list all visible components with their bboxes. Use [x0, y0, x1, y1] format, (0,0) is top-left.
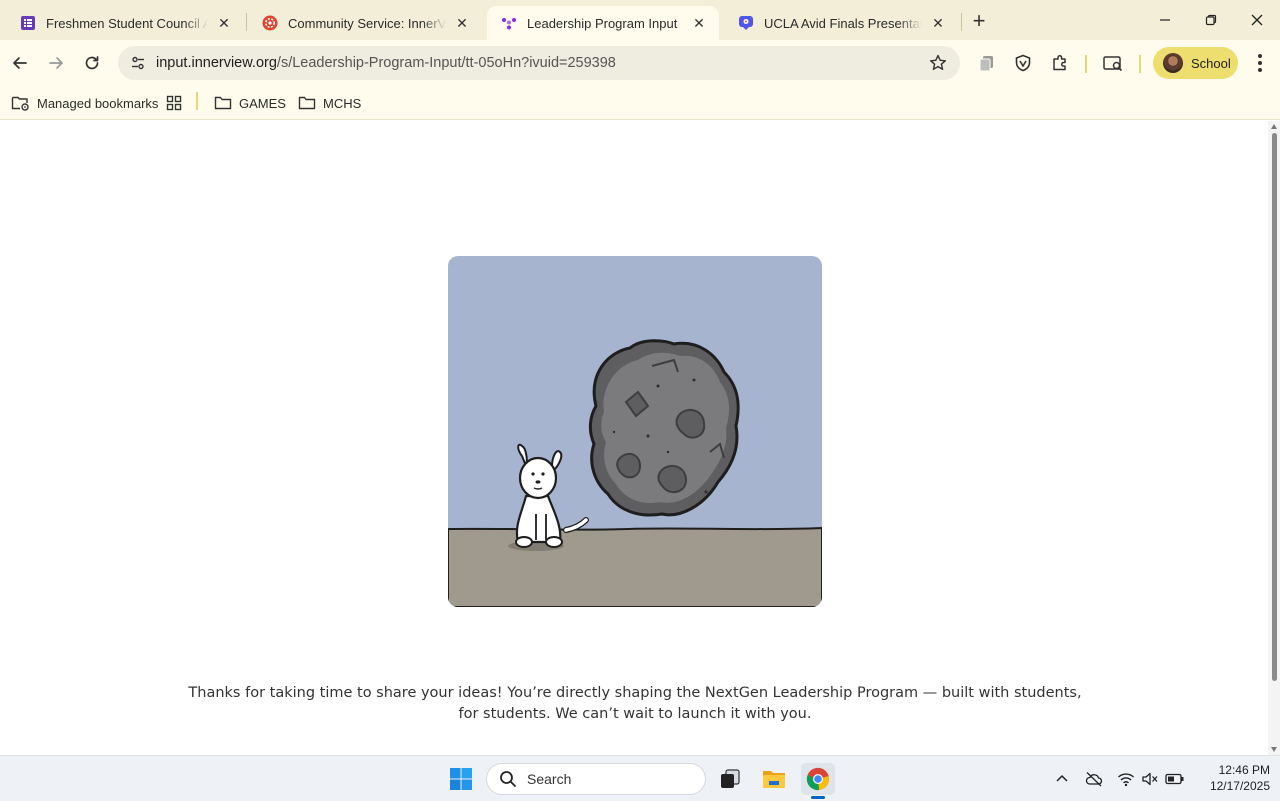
task-view-icon [721, 769, 740, 788]
file-explorer-button[interactable] [757, 763, 791, 795]
bookmarks-bar: Managed bookmarks GAMES MCHS [0, 86, 1280, 120]
extensions-puzzle-icon[interactable] [1048, 51, 1072, 75]
browser-toolbar: input.innerview.org/s/Leadership-Program… [0, 40, 1280, 86]
reading-mode-icon[interactable] [1101, 51, 1125, 75]
file-explorer-icon [763, 771, 785, 788]
tab-title: Leadership Program Input [527, 15, 678, 31]
chrome-taskbar-button[interactable] [801, 763, 835, 795]
folder-icon [298, 96, 316, 110]
scrollbar-thumb[interactable] [1272, 133, 1277, 681]
thank-you-illustration [448, 256, 822, 607]
innerview-icon [262, 15, 278, 31]
bookmark-label: Managed bookmarks [37, 95, 159, 111]
volume-muted-icon[interactable] [1140, 769, 1160, 789]
cloud-offline-icon[interactable] [1084, 769, 1104, 789]
tab-leadership-program[interactable]: Leadership Program Input ✕ [487, 6, 719, 40]
shield-extension-icon[interactable] [1011, 51, 1035, 75]
search-placeholder: Search [527, 771, 572, 787]
tab-title: Community Service: InnerView [288, 15, 446, 31]
active-app-indicator [811, 796, 825, 799]
extension-copy-icon[interactable] [975, 51, 999, 75]
bookmark-star-icon[interactable] [928, 53, 948, 73]
managed-folder-icon [11, 96, 29, 111]
address-bar[interactable]: input.innerview.org/s/Leadership-Program… [118, 46, 960, 80]
page-content: Thanks for taking time to share your ide… [0, 121, 1268, 755]
presentation-icon [738, 15, 754, 31]
task-view-button[interactable] [713, 763, 747, 795]
scroll-down-arrow-icon[interactable] [1271, 747, 1277, 752]
browser-menu-icon[interactable] [1248, 51, 1272, 75]
bookmark-folder-games[interactable]: GAMES [214, 92, 286, 114]
system-clock[interactable]: 12:46 PM 12/17/2025 [1192, 762, 1270, 794]
close-tab-icon[interactable]: ✕ [689, 13, 709, 33]
forms-icon [20, 15, 36, 31]
forward-button[interactable] [40, 47, 72, 79]
start-button[interactable] [444, 763, 478, 795]
site-settings-icon[interactable] [126, 51, 150, 75]
clock-time: 12:46 PM [1218, 763, 1270, 777]
profile-label: School [1191, 55, 1231, 71]
bookmark-label: MCHS [323, 95, 362, 111]
taskbar-search[interactable]: Search [486, 763, 706, 795]
tab-strip: Freshmen Student Council Application ✕ C… [0, 0, 1280, 40]
close-tab-icon[interactable]: ✕ [214, 13, 234, 33]
toolbar-divider [1085, 55, 1087, 73]
apps-grid-icon [166, 95, 182, 111]
folder-icon [214, 96, 232, 110]
battery-icon[interactable] [1165, 769, 1185, 789]
bookmark-apps[interactable] [166, 92, 189, 114]
profile-button[interactable]: School [1153, 47, 1238, 79]
tab-divider [961, 13, 962, 31]
toolbar-divider [1139, 55, 1141, 73]
bookmarks-divider [196, 92, 198, 110]
close-window-button[interactable] [1234, 0, 1280, 40]
page-scrollbar[interactable] [1268, 121, 1280, 755]
tab-community-service[interactable]: Community Service: InnerView ✕ [248, 6, 482, 40]
close-tab-icon[interactable]: ✕ [452, 13, 472, 33]
bookmark-managed[interactable]: Managed bookmarks [11, 92, 158, 114]
url-path: /s/Leadership-Program-Input/tt-05oHn?ivu… [276, 55, 616, 71]
chrome-icon [806, 767, 829, 791]
close-tab-icon[interactable]: ✕ [928, 13, 948, 33]
tab-ucla-avid[interactable]: UCLA Avid Finals Presentation ✕ [724, 6, 958, 40]
wifi-icon[interactable] [1116, 769, 1136, 789]
chevron-up-icon[interactable] [1052, 769, 1072, 789]
thank-you-message: Thanks for taking time to share your ide… [188, 685, 1082, 722]
scroll-up-arrow-icon[interactable] [1271, 124, 1277, 129]
tab-title: UCLA Avid Finals Presentation [764, 15, 922, 31]
innerview-dots-icon [501, 15, 517, 31]
tab-freshmen-council[interactable]: Freshmen Student Council Application ✕ [6, 6, 244, 40]
back-button[interactable] [4, 47, 36, 79]
restore-button[interactable] [1188, 0, 1234, 40]
avatar [1163, 53, 1183, 73]
windows-logo-icon [450, 768, 472, 790]
url-host: input.innerview.org [156, 55, 277, 71]
tab-divider [246, 13, 247, 31]
reload-button[interactable] [76, 47, 108, 79]
tab-title: Freshmen Student Council Application [46, 15, 208, 31]
bookmark-label: GAMES [239, 95, 286, 111]
windows-taskbar: Search 12:46 PM 12/17/2025 [0, 755, 1280, 801]
bookmark-folder-mchs[interactable]: MCHS [298, 92, 361, 114]
minimize-button[interactable] [1142, 0, 1188, 40]
new-tab-button[interactable]: + [966, 8, 992, 34]
url-text: input.innerview.org/s/Leadership-Program… [156, 55, 616, 71]
ground [448, 526, 822, 607]
search-icon [500, 771, 516, 787]
clock-date: 12/17/2025 [1209, 779, 1270, 793]
